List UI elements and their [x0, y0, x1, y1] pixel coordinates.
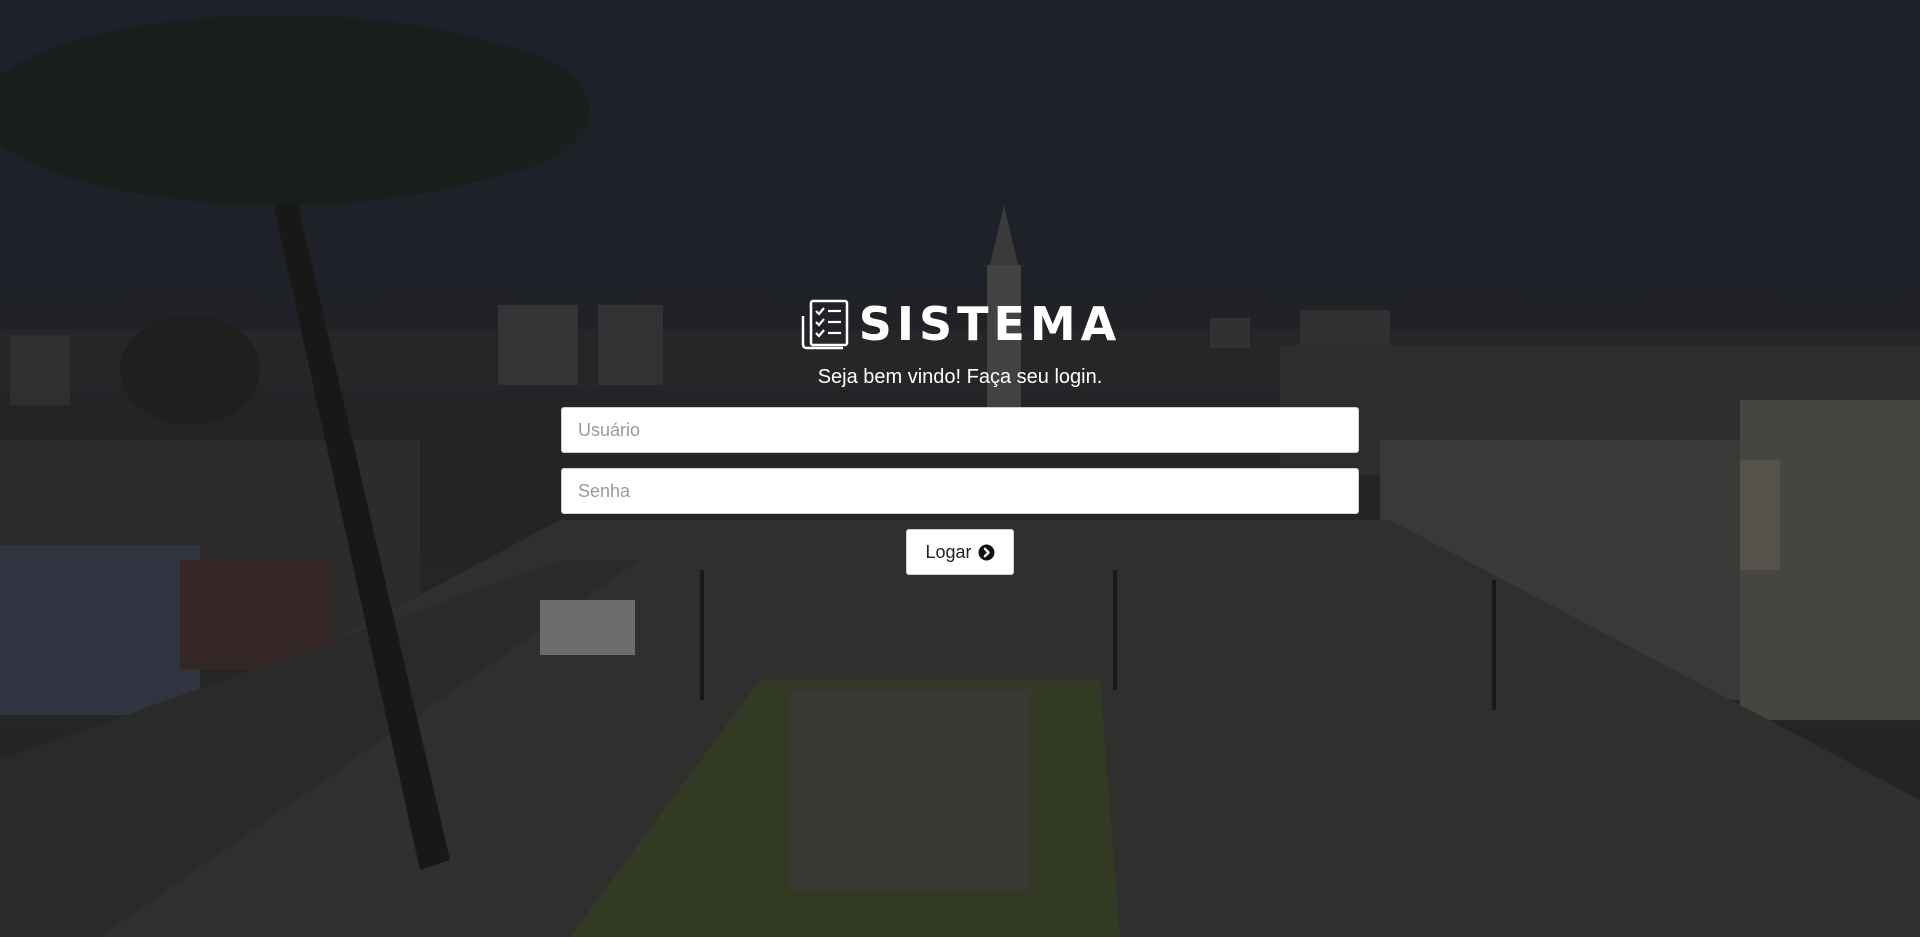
login-button-label: Logar: [925, 541, 972, 562]
password-input[interactable]: [561, 468, 1359, 514]
login-panel: SISTEMA Seja bem vindo! Faça seu login. …: [561, 296, 1359, 575]
brand-name: SISTEMA: [858, 297, 1122, 351]
login-button[interactable]: Logar: [906, 529, 1014, 575]
welcome-message: Seja bem vindo! Faça seu login.: [817, 366, 1103, 388]
username-input[interactable]: [561, 407, 1359, 453]
checklist-document-icon: [801, 299, 848, 350]
arrow-circle-right-icon: [978, 544, 994, 560]
brand-logo: SISTEMA: [561, 296, 1359, 352]
